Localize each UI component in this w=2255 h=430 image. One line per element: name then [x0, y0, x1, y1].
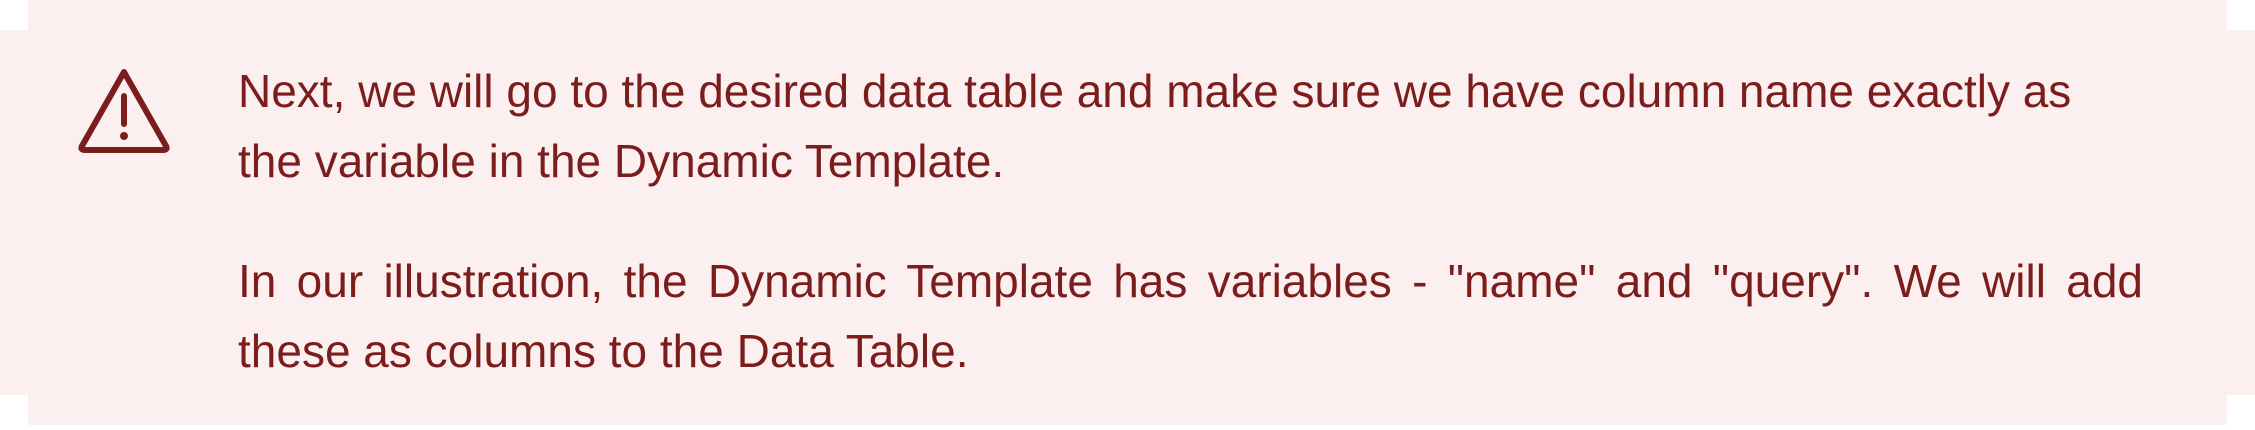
- callout-paragraph-1: Next, we will go to the desired data tab…: [238, 65, 2072, 187]
- callout-edge-left: [0, 30, 28, 395]
- warning-triangle-icon: [76, 66, 172, 154]
- callout-paragraph-2: In our illustration, the Dynamic Templat…: [238, 255, 2143, 377]
- callout-content: Next, we will go to the desired data tab…: [238, 56, 2143, 386]
- callout-edge-right: [2227, 30, 2255, 395]
